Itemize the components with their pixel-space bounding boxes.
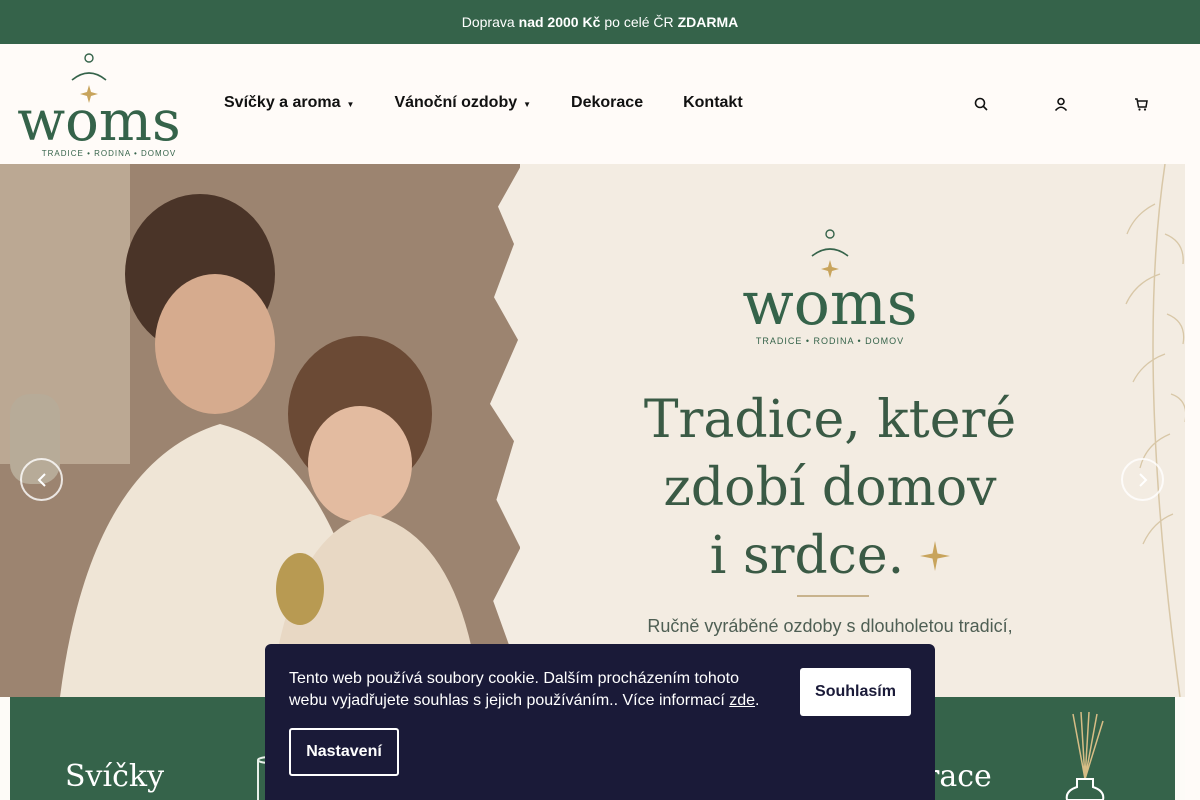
hero-logo-wordmark: woms	[742, 269, 917, 339]
site-logo[interactable]: woms TRADICE • RODINA • DOMOV	[12, 52, 187, 158]
reed-diffuser-icon	[1065, 711, 1105, 800]
chevron-down-icon: ▼	[523, 100, 532, 109]
slider-next-button[interactable]	[1121, 458, 1164, 501]
cookie-accept-button[interactable]: Souhlasím	[800, 668, 911, 716]
hero-subtitle: Ručně vyráběné ozdoby s dlouholetou trad…	[647, 616, 1013, 636]
shipping-banner: Doprava nad 2000 Kč po celé ČR ZDARMA	[0, 0, 1200, 44]
cookie-text: Tento web používá soubory cookie. Dalším…	[289, 668, 779, 712]
cookie-banner: Tento web používá soubory cookie. Dalším…	[265, 644, 935, 800]
cookie-more-info-link[interactable]: zde	[729, 692, 755, 709]
shipping-free: ZDARMA	[677, 14, 739, 30]
nav-item-svicky[interactable]: Svíčky a aroma ▼	[224, 94, 354, 112]
shipping-text-pre: Doprava	[461, 14, 515, 30]
chevron-down-icon: ▼	[346, 100, 355, 109]
slider-prev-button[interactable]	[20, 458, 63, 501]
category-tile-svicky[interactable]: Svíčky	[65, 759, 164, 794]
nav-item-dekorace[interactable]: Dekorace	[571, 94, 643, 112]
shipping-text-mid: po celé ČR	[604, 14, 674, 30]
page-scrollbar[interactable]	[1185, 44, 1200, 800]
nav-label: Kontakt	[683, 94, 743, 111]
hero-logo: woms TRADICE • RODINA • DOMOV	[742, 229, 918, 346]
search-icon[interactable]	[973, 96, 989, 112]
chevron-left-icon	[37, 472, 46, 487]
cookie-text-end: .	[755, 692, 760, 709]
cookie-settings-button[interactable]: Nastavení	[289, 728, 399, 776]
logo-wordmark: woms	[17, 89, 181, 154]
nav-label: Svíčky a aroma	[224, 94, 341, 111]
category-tile-dekorace[interactable]: race	[925, 759, 992, 794]
hero-divider	[797, 595, 869, 597]
main-nav: Svíčky a aroma ▼ Vánoční ozdoby ▼ Dekora…	[224, 94, 743, 112]
sparkle-icon	[920, 541, 951, 571]
hero-title-line: Tradice, které	[643, 390, 1017, 450]
user-icon[interactable]	[1053, 96, 1069, 112]
hero-title: Tradice, které zdobí domov i srdce.	[600, 386, 1060, 590]
shipping-threshold: nad 2000 Kč	[518, 14, 601, 30]
hero-title-line: zdobí domov	[663, 458, 997, 518]
hero-title-line: i srdce.	[709, 526, 905, 586]
nav-label: Vánoční ozdoby	[394, 94, 518, 111]
nav-item-kontakt[interactable]: Kontakt	[683, 94, 743, 112]
cookie-message: Tento web používá soubory cookie. Dalším…	[289, 670, 740, 709]
nav-label: Dekorace	[571, 94, 644, 111]
logo-tagline: TRADICE • RODINA • DOMOV	[42, 149, 177, 158]
cart-icon[interactable]	[1133, 96, 1149, 112]
nav-item-ozdoby[interactable]: Vánoční ozdoby ▼	[394, 94, 531, 112]
hero-slider: woms TRADICE • RODINA • DOMOV Tradice, k…	[0, 164, 1185, 697]
hero-logo-tagline: TRADICE • RODINA • DOMOV	[756, 336, 904, 346]
site-header: woms TRADICE • RODINA • DOMOV Svíčky a a…	[0, 44, 1185, 164]
chevron-right-icon	[1138, 472, 1147, 487]
